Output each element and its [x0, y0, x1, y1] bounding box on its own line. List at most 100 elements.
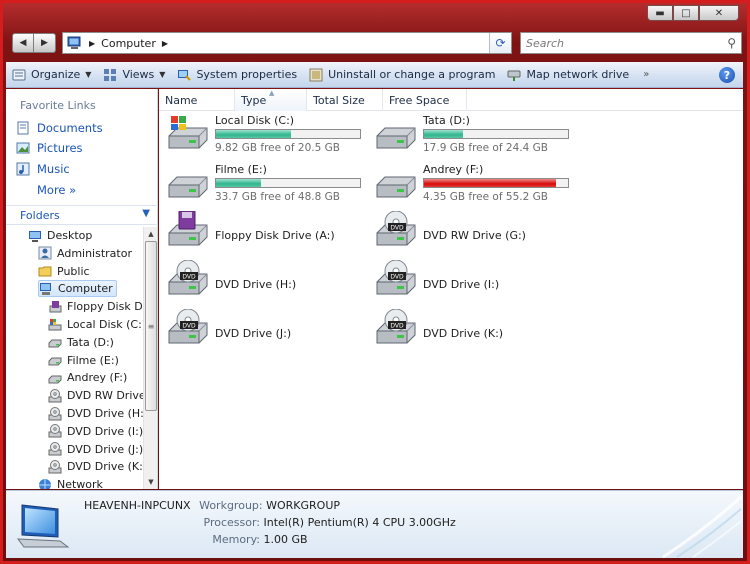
tree-item[interactable]: Administrator	[38, 245, 132, 262]
organize-button[interactable]: Organize ▼	[12, 68, 91, 82]
svg-text:DVD: DVD	[182, 322, 196, 329]
tree-item[interactable]: Floppy Disk Dr	[48, 298, 143, 315]
drive-usage-bar	[215, 129, 361, 139]
breadcrumb-dropdown-icon[interactable]: ▶	[162, 39, 168, 48]
address-bar[interactable]: ▶ Computer ▶ ⟳	[62, 32, 512, 54]
dvd-drive-icon: DVD	[373, 308, 419, 349]
drive-name: Local Disk (C:)	[215, 114, 295, 127]
drive-item[interactable]: DVD DVD Drive (K:)	[373, 308, 573, 357]
dvd-icon	[48, 388, 62, 403]
drive-item[interactable]: Tata (D:) 17.9 GB free of 24.4 GB	[373, 114, 573, 162]
scroll-thumb[interactable]: ≡	[145, 241, 157, 411]
tree-item-label: Floppy Disk Dr	[67, 300, 143, 314]
uninstall-program-button[interactable]: Uninstall or change a program	[309, 68, 495, 82]
tree-item-label: Local Disk (C:)	[67, 318, 143, 331]
help-icon[interactable]: ?	[719, 67, 735, 83]
computer-icon	[67, 36, 81, 49]
folders-header[interactable]: Folders ▼	[6, 205, 158, 225]
back-button[interactable]: ◀	[12, 33, 34, 53]
map-network-drive-label: Map network drive	[526, 68, 630, 81]
computer-icon	[16, 504, 70, 548]
chevron-down-icon[interactable]: ▼	[142, 208, 150, 219]
tree-item[interactable]: Local Disk (C:)	[48, 316, 143, 333]
tree-item[interactable]: DVD Drive (K:)	[48, 458, 143, 475]
drive-item[interactable]: DVD DVD Drive (J:)	[165, 308, 365, 357]
workgroup-value: WORKGROUP	[266, 499, 341, 512]
toolbar-overflow-icon[interactable]: »	[643, 69, 649, 80]
svg-text:DVD: DVD	[390, 322, 404, 329]
favorite-more[interactable]: More »	[37, 183, 76, 197]
favorite-label: More »	[37, 183, 77, 197]
column-name[interactable]: Name	[159, 89, 235, 111]
maximize-button[interactable]: □	[673, 5, 699, 21]
drive-item[interactable]: DVD DVD Drive (H:)	[165, 259, 365, 308]
network-icon	[39, 478, 51, 489]
tree-item[interactable]: DVD Drive (H:)	[48, 405, 143, 422]
tree-item[interactable]: Network	[38, 476, 103, 489]
processor-row: Processor: Intel(R) Pentium(R) 4 CPU 3.0…	[84, 516, 456, 529]
tree-item[interactable]: DVD Drive (I:)	[48, 423, 143, 440]
drive-name: DVD Drive (H:)	[215, 278, 297, 292]
computer-name: HEAVENH-INPCUNX	[84, 499, 191, 512]
breadcrumb-computer[interactable]: Computer	[101, 37, 156, 50]
views-button[interactable]: Views ▼	[103, 68, 165, 82]
tree-item-label: Computer	[58, 282, 113, 296]
drive-name: DVD RW Drive (G:)	[423, 229, 526, 243]
dvd-drive-icon: DVD	[373, 259, 419, 300]
dvd-icon	[48, 406, 62, 420]
network-drive-icon	[507, 70, 521, 81]
drive-item[interactable]: DVD DVD Drive (I:)	[373, 259, 573, 308]
search-icon[interactable]: ⚲	[727, 36, 736, 50]
drive-item[interactable]: Andrey (F:) 4.35 GB free of 55.2 GB	[373, 163, 573, 211]
favorite-pictures[interactable]: Pictures	[16, 141, 83, 155]
music-icon	[16, 162, 30, 176]
tree-item[interactable]: DVD Drive (J:)	[48, 441, 143, 458]
hard-disk-icon	[373, 114, 419, 154]
minimize-button[interactable]: ▬	[647, 5, 673, 21]
search-input[interactable]: Search ⚲	[520, 32, 742, 54]
column-type-label: Type	[241, 93, 267, 107]
drive-usage-fill	[216, 130, 291, 138]
system-properties-button[interactable]: System properties	[177, 68, 297, 82]
tree-item[interactable]: Computer	[38, 280, 117, 298]
drive-free-space: 17.9 GB free of 24.4 GB	[423, 142, 548, 154]
navigation-pane: Favorite Links Documents Pictures Music …	[6, 89, 158, 489]
user-icon	[38, 246, 52, 260]
memory-label: Memory:	[212, 533, 260, 546]
drive-name: Floppy Disk Drive (A:)	[215, 229, 335, 243]
column-total-size[interactable]: Total Size	[307, 89, 383, 111]
tree-item[interactable]: Tata (D:)	[48, 334, 114, 351]
tree-item[interactable]: DVD RW Drive	[48, 387, 143, 404]
tree-item[interactable]: Desktop	[28, 227, 92, 244]
drive-usage-fill	[424, 178, 557, 187]
drive-item[interactable]: Local Disk (C:) 9.82 GB free of 20.5 GB	[165, 114, 365, 162]
favorite-music[interactable]: Music	[16, 162, 70, 176]
close-button[interactable]: ✕	[699, 5, 739, 21]
map-network-drive-button[interactable]: Map network drive	[507, 68, 629, 82]
scroll-down-icon[interactable]: ▼	[144, 475, 158, 489]
disk-icon	[48, 357, 62, 366]
favorite-documents[interactable]: Documents	[16, 121, 103, 135]
pictures-icon	[16, 142, 30, 154]
tree-item[interactable]: Public	[38, 263, 90, 280]
drive-item[interactable]: DVD DVD RW Drive (G:)	[373, 210, 573, 259]
command-toolbar: Organize ▼ Views ▼ System properties Uni…	[6, 62, 743, 88]
scroll-up-icon[interactable]: ▲	[144, 227, 158, 241]
drive-item[interactable]: Filme (E:) 33.7 GB free of 48.8 GB	[165, 163, 365, 211]
memory-value: 1.00 GB	[263, 533, 308, 546]
tree-item-label: DVD Drive (K:)	[67, 460, 143, 474]
forward-button[interactable]: ▶	[34, 33, 56, 53]
tree-item[interactable]: Andrey (F:)	[48, 369, 127, 386]
search-placeholder: Search	[526, 36, 565, 50]
organize-label: Organize	[31, 68, 81, 81]
column-free-space[interactable]: Free Space	[383, 89, 467, 111]
tree-item-label: DVD Drive (I:)	[67, 424, 143, 438]
tree-item[interactable]: Filme (E:)	[48, 352, 119, 369]
column-type[interactable]: Type ▲	[235, 89, 307, 111]
memory-row: Memory: 1.00 GB	[84, 533, 308, 546]
refresh-icon[interactable]: ⟳	[489, 33, 511, 53]
tree-scrollbar[interactable]: ▲ ≡ ▼	[143, 227, 157, 489]
drive-name: DVD Drive (J:)	[215, 326, 292, 340]
drive-item[interactable]: Floppy Disk Drive (A:)	[165, 210, 365, 259]
navigation-bar: ◀ ▶ ▶ Computer ▶ ⟳ Search ⚲	[12, 32, 742, 54]
